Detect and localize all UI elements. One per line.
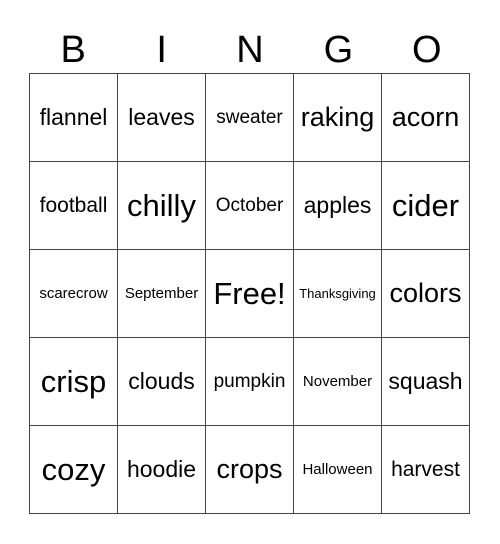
- bingo-cell[interactable]: crisp: [29, 337, 118, 426]
- bingo-cell[interactable]: Halloween: [293, 425, 382, 514]
- board-row: crisp clouds pumpkin November squash: [29, 337, 470, 426]
- bingo-cell[interactable]: pumpkin: [205, 337, 294, 426]
- bingo-cell[interactable]: September: [117, 249, 206, 338]
- bingo-cell[interactable]: harvest: [381, 425, 470, 514]
- bingo-cell[interactable]: flannel: [29, 73, 118, 162]
- header-letter-i: I: [156, 29, 167, 71]
- bingo-cell[interactable]: hoodie: [117, 425, 206, 514]
- header-letter-b: B: [60, 29, 86, 71]
- bingo-cell[interactable]: scarecrow: [29, 249, 118, 338]
- board-row: cozy hoodie crops Halloween harvest: [29, 425, 470, 514]
- bingo-header: B I N G O: [29, 30, 471, 70]
- bingo-cell[interactable]: clouds: [117, 337, 206, 426]
- header-letter-n: N: [236, 29, 264, 71]
- board-row: football chilly October apples cider: [29, 161, 470, 250]
- bingo-cell[interactable]: colors: [381, 249, 470, 338]
- bingo-cell[interactable]: squash: [381, 337, 470, 426]
- bingo-cell[interactable]: crops: [205, 425, 294, 514]
- board-row: flannel leaves sweater raking acorn: [29, 73, 470, 162]
- header-letter-o: O: [412, 29, 442, 71]
- board-row: scarecrow September Free! Thanksgiving c…: [29, 249, 470, 338]
- bingo-cell[interactable]: football: [29, 161, 118, 250]
- header-letter-g: G: [323, 29, 354, 71]
- bingo-cell[interactable]: apples: [293, 161, 382, 250]
- bingo-cell[interactable]: cozy: [29, 425, 118, 514]
- bingo-cell[interactable]: November: [293, 337, 382, 426]
- bingo-cell[interactable]: leaves: [117, 73, 206, 162]
- bingo-cell[interactable]: acorn: [381, 73, 470, 162]
- bingo-cell[interactable]: chilly: [117, 161, 206, 250]
- bingo-cell[interactable]: raking: [293, 73, 382, 162]
- bingo-cell[interactable]: Thanksgiving: [293, 249, 382, 338]
- bingo-cell[interactable]: sweater: [205, 73, 294, 162]
- bingo-board: flannel leaves sweater raking acorn foot…: [29, 73, 470, 514]
- bingo-cell[interactable]: cider: [381, 161, 470, 250]
- free-space-cell[interactable]: Free!: [205, 249, 294, 338]
- bingo-cell[interactable]: October: [205, 161, 294, 250]
